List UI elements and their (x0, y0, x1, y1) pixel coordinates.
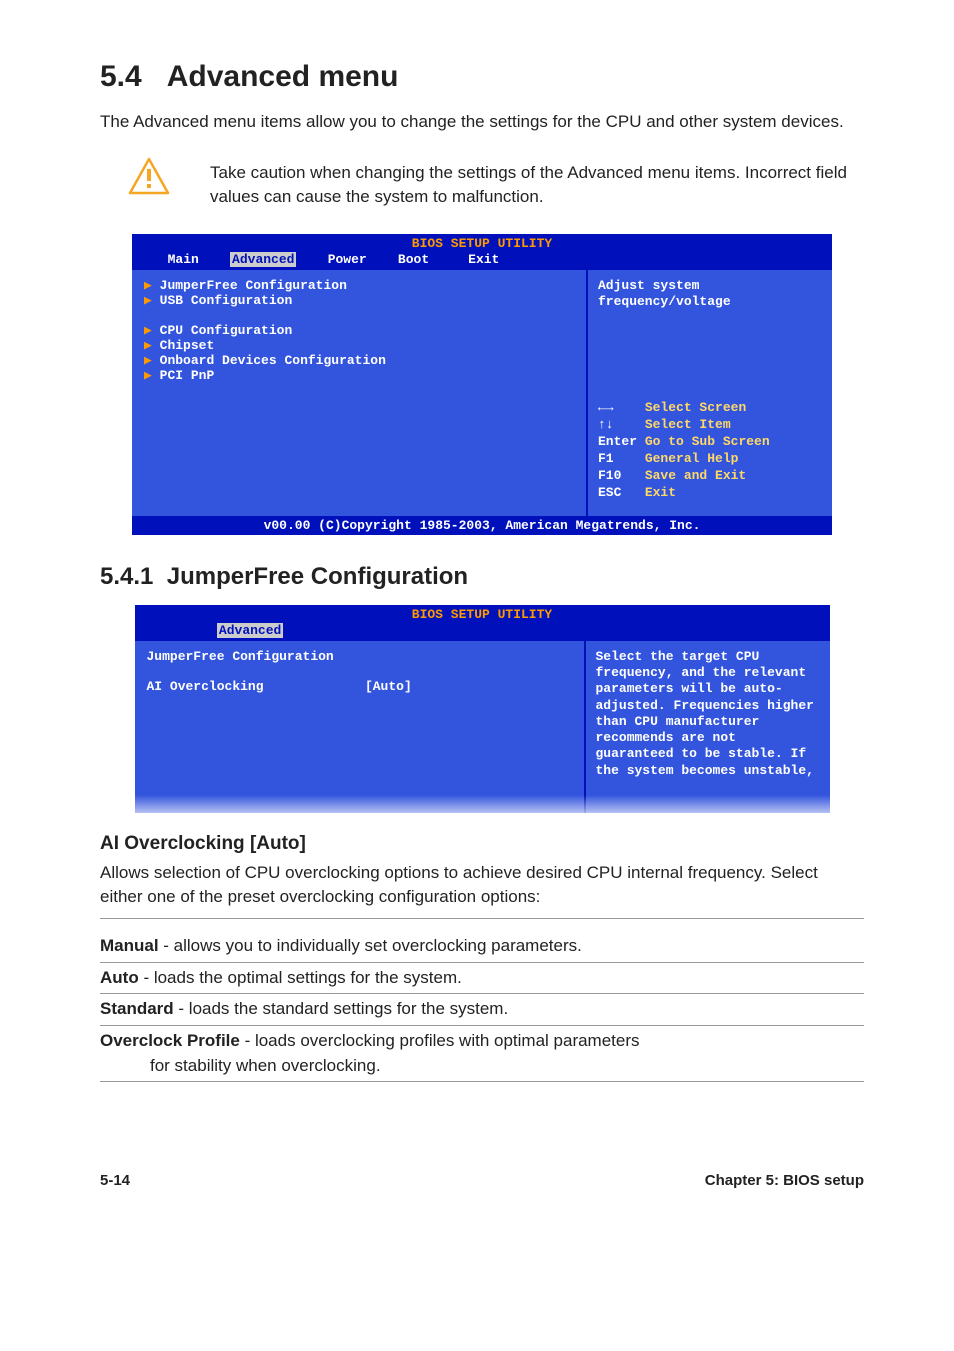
bios-help-text: Adjust system frequency/voltage (598, 278, 822, 311)
option-term: Auto (100, 968, 139, 987)
bios-title: BIOS SETUP UTILITY (132, 234, 832, 251)
page-number: 5-14 (100, 1172, 130, 1189)
menu-item: CPU Configuration (160, 323, 293, 338)
bios-help-pane: Adjust system frequency/voltage ←→ Selec… (588, 270, 832, 516)
submenu-arrow-icon: ▶ (144, 353, 160, 368)
bios-tab-bar: Advanced (135, 622, 830, 641)
legend-key: F1 (598, 451, 614, 466)
chapter-label: Chapter 5: BIOS setup (705, 1172, 864, 1189)
legend-key: ↑↓ (598, 417, 614, 432)
option-line: Manual - allows you to individually set … (100, 931, 864, 963)
option-text-continuation: for stability when overclocking. (150, 1054, 864, 1079)
bios-copyright: v00.00 (C)Copyright 1985-2003, American … (132, 516, 832, 535)
section-title: Advanced menu (167, 60, 399, 93)
option-term: Standard (100, 999, 174, 1018)
legend-action: Select Screen (645, 400, 746, 415)
legend-action: Save and Exit (645, 468, 746, 483)
bios-key-legend: ←→ Select Screen ↑↓ Select Item Enter Go… (598, 400, 822, 501)
section-intro: The Advanced menu items allow you to cha… (100, 110, 864, 135)
submenu-header: JumperFree Configuration (147, 649, 572, 664)
submenu-arrow-icon: ▶ (144, 278, 160, 293)
legend-action: Exit (645, 485, 676, 500)
legend-key: Enter (598, 434, 637, 449)
legend-key: F10 (598, 468, 621, 483)
caution-callout: Take caution when changing the settings … (100, 157, 864, 210)
caution-icon (128, 157, 170, 200)
tab-main: Main (168, 252, 199, 267)
submenu-arrow-icon: ▶ (144, 368, 160, 383)
submenu-arrow-icon: ▶ (144, 323, 160, 338)
option-term: Manual (100, 936, 159, 955)
menu-item: PCI PnP (160, 368, 215, 383)
setting-description: Allows selection of CPU overclocking opt… (100, 861, 864, 919)
subsection-number: 5.4.1 (100, 563, 153, 590)
legend-action: Select Item (645, 417, 731, 432)
bios-menu-pane: ▶ JumperFree Configuration ▶ USB Configu… (132, 270, 588, 516)
setting-label: AI Overclocking (147, 679, 264, 694)
setting-value: [Auto] (365, 679, 412, 694)
bios-help-pane: Select the target CPU frequency, and the… (586, 641, 830, 813)
bios-screenshot-jumperfree: BIOS SETUP UTILITY Advanced JumperFree C… (135, 605, 830, 813)
section-number: 5.4 (100, 60, 142, 93)
submenu-arrow-icon: ▶ (144, 293, 160, 308)
subsection-heading: 5.4.1 JumperFree Configuration (100, 563, 864, 591)
subsection-title: JumperFree Configuration (167, 563, 468, 590)
caution-text: Take caution when changing the settings … (210, 157, 864, 210)
legend-key: ←→ (598, 400, 614, 415)
menu-item: JumperFree Configuration (160, 278, 347, 293)
section-heading: 5.4 Advanced menu (100, 60, 864, 94)
legend-action: Go to Sub Screen (645, 434, 770, 449)
tab-advanced: Advanced (217, 623, 283, 638)
menu-item: USB Configuration (160, 293, 293, 308)
bios-menu-pane: JumperFree Configuration AI Overclocking… (135, 641, 586, 813)
legend-action: General Help (645, 451, 739, 466)
legend-key: ESC (598, 485, 621, 500)
page-footer: 5-14 Chapter 5: BIOS setup (100, 1172, 864, 1189)
bios-tab-bar: Main Advanced Power Boot Exit (132, 251, 832, 270)
option-line: Auto - loads the optimal settings for th… (100, 963, 864, 995)
bios-screenshot-advanced-menu: BIOS SETUP UTILITY Main Advanced Power B… (132, 234, 832, 535)
tab-boot: Boot (398, 252, 429, 267)
tab-exit: Exit (468, 252, 499, 267)
option-list: Manual - allows you to individually set … (100, 931, 864, 1082)
tab-advanced: Advanced (230, 252, 296, 267)
option-line: Standard - loads the standard settings f… (100, 994, 864, 1026)
menu-item: Chipset (160, 338, 215, 353)
menu-item: Onboard Devices Configuration (160, 353, 386, 368)
option-term: Overclock Profile (100, 1031, 240, 1050)
submenu-arrow-icon: ▶ (144, 338, 160, 353)
bios-title: BIOS SETUP UTILITY (135, 605, 830, 622)
tab-power: Power (328, 252, 367, 267)
setting-heading: AI Overclocking [Auto] (100, 833, 864, 855)
option-line: Overclock Profile - loads overclocking p… (100, 1026, 864, 1082)
bios-help-text: Select the target CPU frequency, and the… (596, 649, 820, 799)
